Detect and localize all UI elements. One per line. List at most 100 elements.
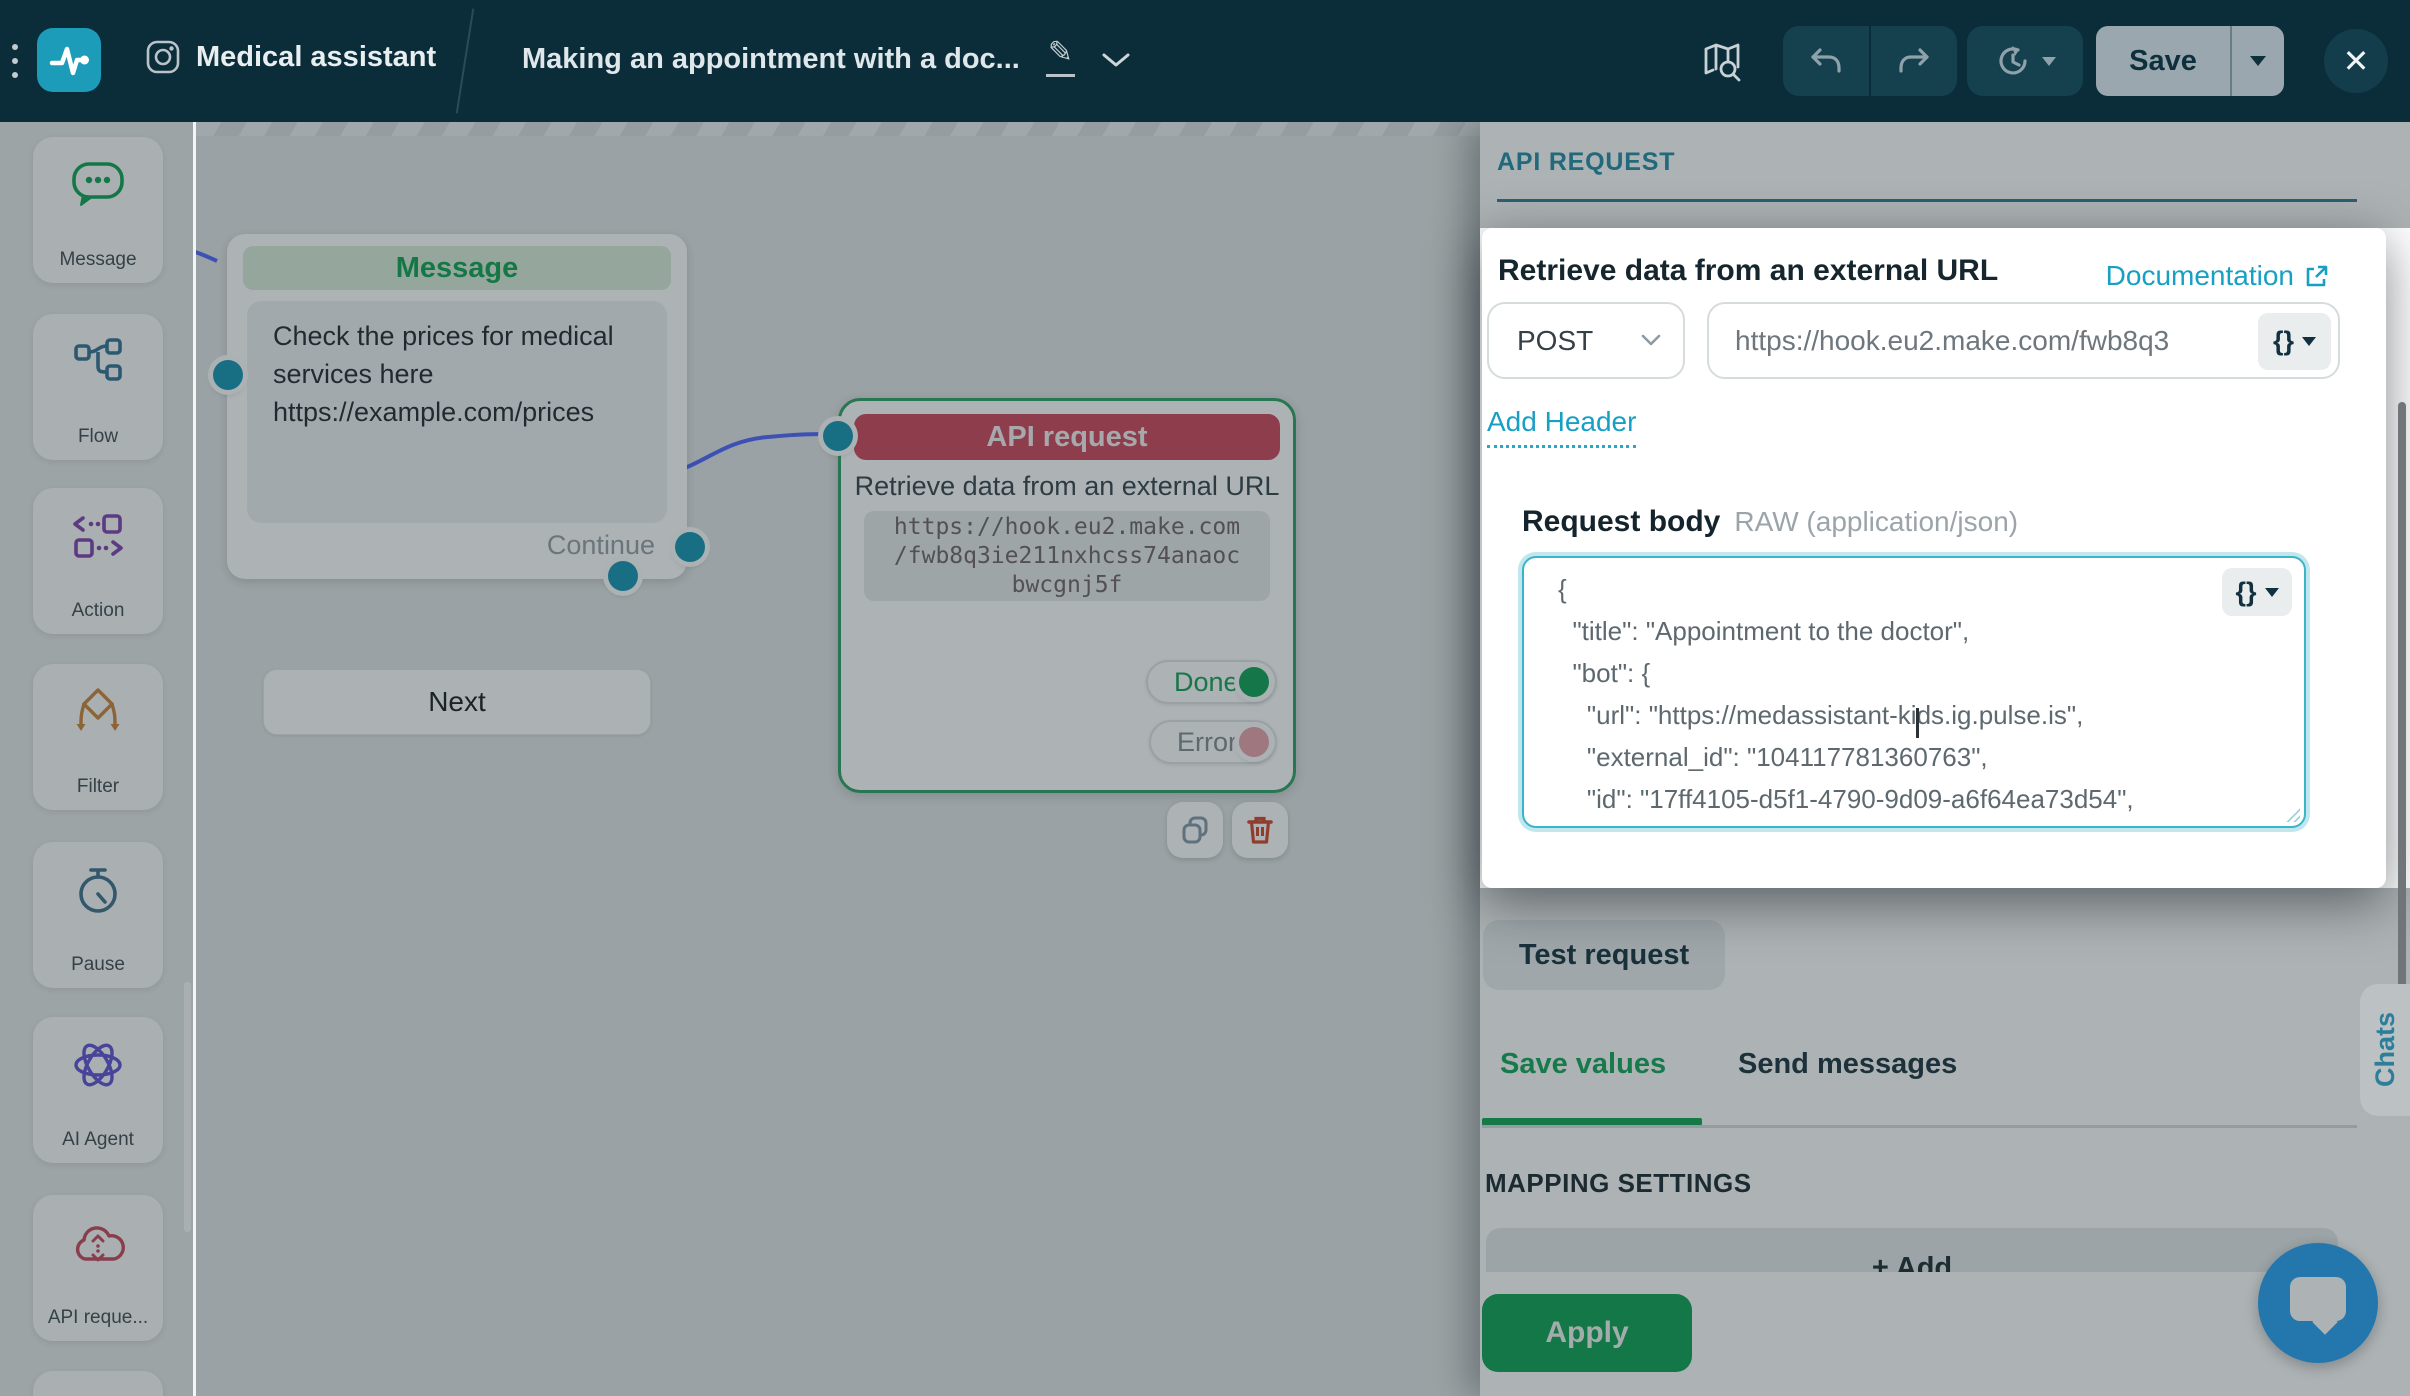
- error-branch-pill[interactable]: Error: [1149, 720, 1277, 764]
- support-chat-button[interactable]: [2258, 1243, 2378, 1363]
- undo-button[interactable]: [1783, 26, 1869, 96]
- method-select[interactable]: POST: [1487, 302, 1685, 379]
- sidebar-item-api-request[interactable]: API reque...: [33, 1195, 163, 1341]
- save-options-button[interactable]: [2232, 56, 2284, 66]
- sidebar-item-flow[interactable]: Flow: [33, 314, 163, 460]
- app-logo[interactable]: [37, 28, 101, 92]
- sidebar-item-filter[interactable]: Filter: [33, 664, 163, 810]
- variables-caret-icon: [2265, 588, 2279, 597]
- tab-save-values[interactable]: Save values: [1500, 1048, 1666, 1081]
- sidebar-item-label: Action: [72, 600, 125, 622]
- next-quick-reply-button[interactable]: Next: [263, 669, 651, 735]
- instagram-icon: [146, 40, 180, 74]
- done-label: Done: [1174, 667, 1239, 698]
- url-variables-button[interactable]: {}: [2258, 313, 2331, 370]
- panel-section-title: API REQUEST: [1497, 148, 1675, 177]
- request-url-field[interactable]: {}: [1707, 302, 2340, 379]
- api-node-header: API request: [854, 414, 1280, 460]
- kebab-menu-icon[interactable]: [12, 44, 20, 86]
- save-button[interactable]: Save: [2096, 45, 2230, 78]
- json-line: "url": "https://medassistant-kids.ig.pul…: [1524, 694, 2304, 736]
- continue-output-port[interactable]: [675, 532, 705, 562]
- request-heading: Retrieve data from an external URL: [1498, 254, 1998, 288]
- message-input-port[interactable]: [213, 360, 243, 390]
- continue-label: Continue: [547, 530, 655, 561]
- message-node-text: Check the prices for medical services he…: [247, 301, 667, 523]
- json-line: {: [1524, 558, 2304, 610]
- sidebar-item-ai-agent[interactable]: AI Agent: [33, 1017, 163, 1163]
- message-node-header: Message: [243, 246, 671, 290]
- action-icon: [33, 510, 163, 562]
- external-link-icon: [2304, 264, 2328, 288]
- search-flow-icon[interactable]: [1700, 40, 1744, 84]
- api-request-node[interactable]: API request Retrieve data from an extern…: [838, 398, 1296, 793]
- flow-icon: [33, 336, 163, 386]
- sidebar-item-label: Pause: [71, 954, 125, 976]
- text-cursor: [1916, 708, 1919, 738]
- edit-title-icon[interactable]: ✎: [1046, 38, 1075, 77]
- sidebar-item-action[interactable]: Action: [33, 488, 163, 634]
- delete-node-button[interactable]: [1232, 802, 1288, 858]
- select-chevron-icon: [1641, 334, 1661, 347]
- trash-icon: [1245, 814, 1275, 846]
- bot-selector[interactable]: Medical assistant: [146, 40, 436, 74]
- request-url-input[interactable]: [1735, 325, 2185, 357]
- done-output-port[interactable]: [1239, 667, 1269, 697]
- chats-side-tab[interactable]: Chats: [2360, 984, 2410, 1116]
- history-icon: [1994, 42, 2032, 80]
- next-output-port[interactable]: [608, 561, 638, 591]
- history-button[interactable]: [1967, 26, 2083, 96]
- save-caret-icon: [2250, 56, 2266, 66]
- panel-scrollbar[interactable]: [2398, 402, 2406, 987]
- pulse-icon: [46, 37, 92, 83]
- flow-canvas[interactable]: Message Check the prices for medical ser…: [196, 122, 1480, 1396]
- api-request-icon: [33, 1217, 163, 1269]
- breadcrumb-divider: [456, 8, 475, 113]
- api-request-settings-panel: API REQUEST Retrieve data from an extern…: [1480, 122, 2410, 1396]
- apply-button[interactable]: Apply: [1482, 1294, 1692, 1372]
- api-input-port[interactable]: [823, 421, 853, 451]
- copy-node-button[interactable]: [1167, 802, 1223, 858]
- bot-name: Medical assistant: [196, 41, 436, 74]
- json-line: "channel": {: [1524, 820, 2304, 828]
- variables-caret-icon: [2302, 337, 2316, 346]
- element-palette: Message Flow Action: [0, 122, 196, 1396]
- sidebar-item-label: Filter: [77, 776, 119, 798]
- request-body-editor[interactable]: { "title": "Appointment to the doctor", …: [1522, 556, 2306, 828]
- error-output-port[interactable]: [1239, 727, 1269, 757]
- json-line: "external_id": "104117781360763",: [1524, 736, 2304, 778]
- close-builder-button[interactable]: ✕: [2324, 29, 2388, 93]
- resize-handle[interactable]: [2286, 808, 2300, 822]
- json-line: "title": "Appointment to the doctor",: [1524, 610, 2304, 652]
- section-divider: [1497, 199, 2357, 202]
- history-caret-icon: [2042, 57, 2056, 66]
- mapping-settings-title: MAPPING SETTINGS: [1485, 1168, 1752, 1199]
- save-split-button: Save: [2096, 26, 2284, 96]
- add-mapping-wrap: + Add: [1486, 1228, 2338, 1272]
- panel-lower-section: Test request Save values Send messages M…: [1480, 888, 2410, 1396]
- sidebar-scrollbar[interactable]: [184, 982, 191, 1232]
- undo-icon: [1810, 48, 1842, 74]
- sidebar-item-pause[interactable]: Pause: [33, 842, 163, 988]
- flow-title: Making an appointment with a doc...: [522, 43, 1020, 76]
- done-branch-pill[interactable]: Done: [1146, 660, 1277, 704]
- braces-icon: {}: [2273, 326, 2294, 357]
- body-variables-button[interactable]: {}: [2222, 568, 2292, 616]
- close-icon: ✕: [2343, 42, 2370, 80]
- pause-icon: [33, 864, 163, 916]
- request-settings-card: Retrieve data from an external URL Docum…: [1482, 228, 2386, 888]
- message-node[interactable]: Message Check the prices for medical ser…: [227, 234, 687, 579]
- sidebar-item-message[interactable]: Message: [33, 137, 163, 283]
- sidebar-item-label: AI Agent: [62, 1129, 134, 1151]
- top-bar: Medical assistant Making an appointment …: [0, 0, 2410, 122]
- documentation-link[interactable]: Documentation: [2106, 260, 2328, 292]
- test-request-button[interactable]: Test request: [1483, 920, 1725, 990]
- title-chevron-down-icon[interactable]: [1101, 52, 1131, 68]
- error-label: Error: [1177, 727, 1237, 758]
- redo-button[interactable]: [1871, 26, 1957, 96]
- add-header-link[interactable]: Add Header: [1487, 406, 1636, 448]
- tab-send-messages[interactable]: Send messages: [1738, 1048, 1957, 1081]
- sidebar-item-partial[interactable]: [33, 1371, 163, 1396]
- add-mapping-button[interactable]: + Add: [1486, 1228, 2338, 1272]
- request-body-label: Request body: [1522, 505, 1720, 539]
